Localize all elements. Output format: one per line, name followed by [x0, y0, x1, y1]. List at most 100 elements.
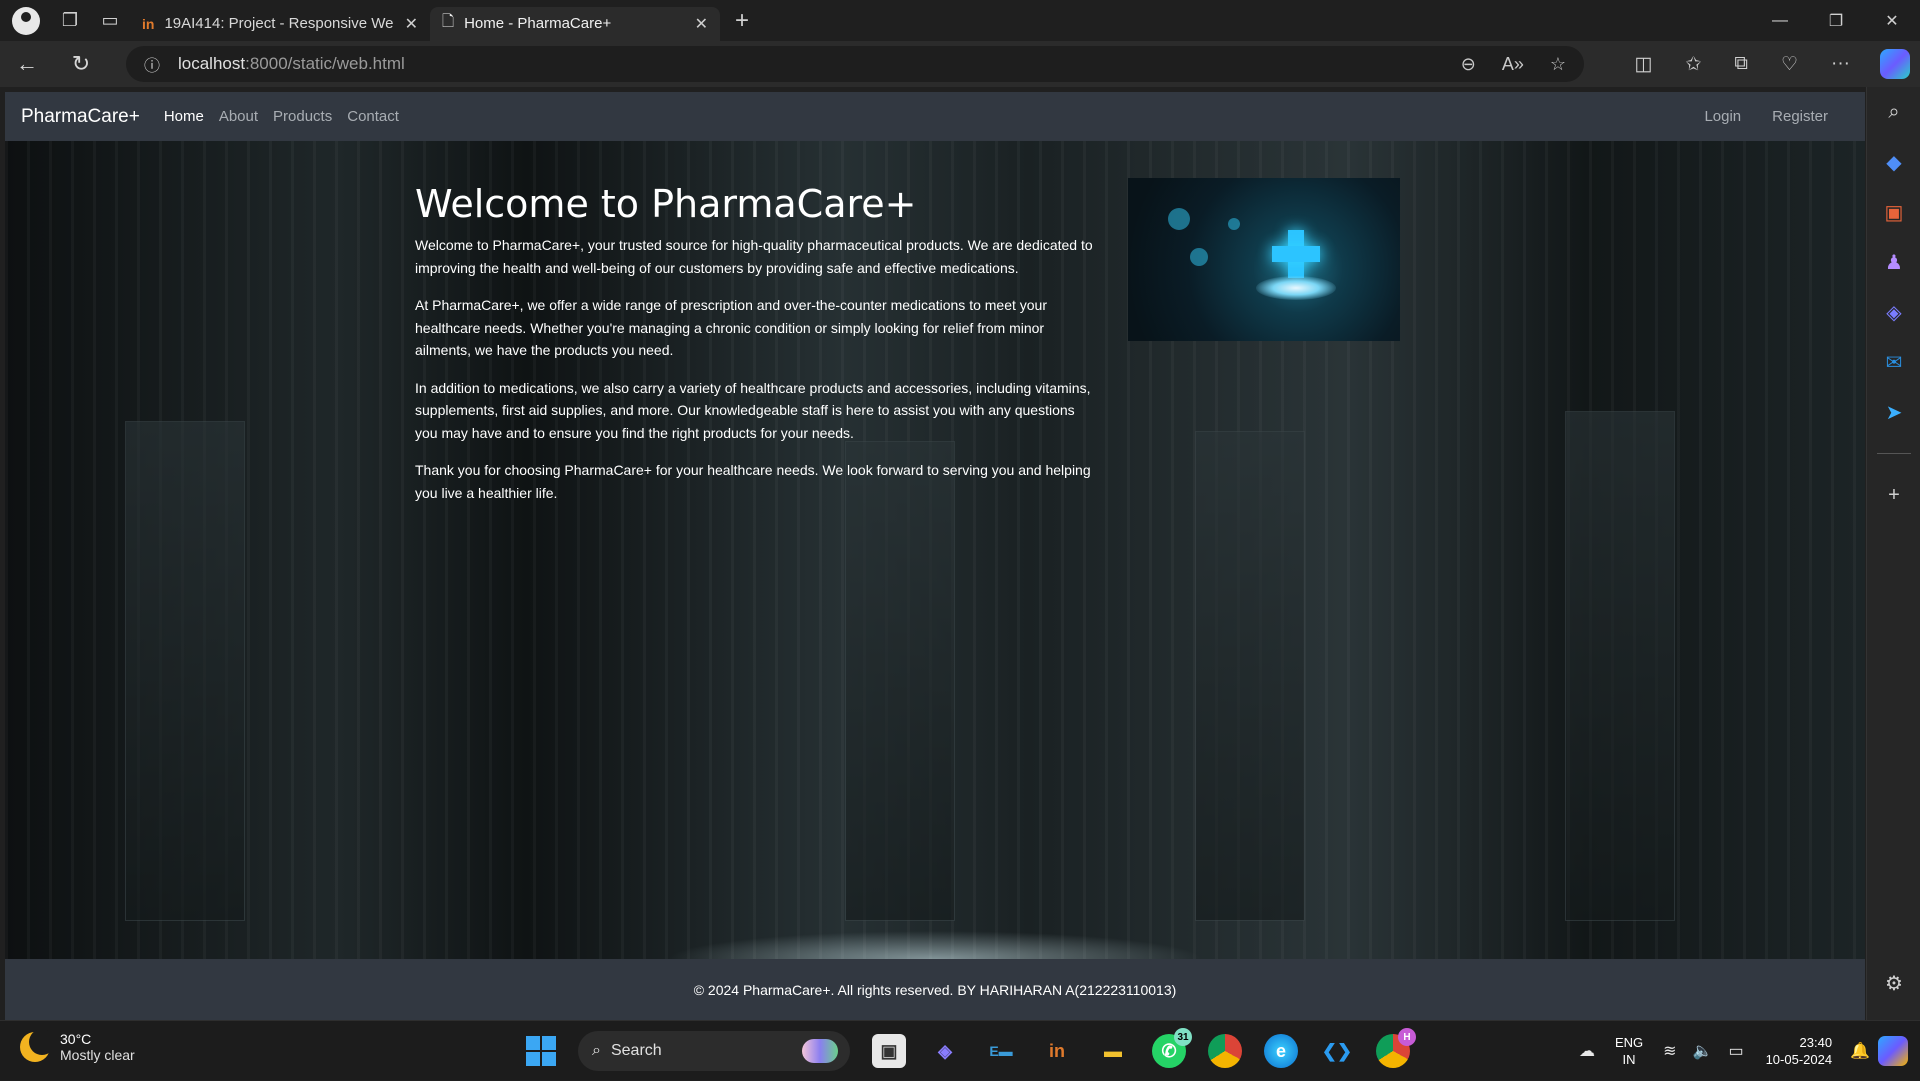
games-icon[interactable]: ♟ [1867, 237, 1920, 287]
search-icon: ⌕ [592, 1042, 601, 1059]
tab-pharmacare[interactable]: 🗋 Home - PharmaCare+ ✕ [430, 6, 720, 41]
chrome-icon[interactable] [1208, 1034, 1242, 1068]
lang-code: ENG [1614, 1035, 1644, 1050]
hero-section: Welcome to PharmaCare+ Welcome to Pharma… [5, 141, 1865, 959]
add-sidebar-icon[interactable]: + [1867, 470, 1920, 520]
read-aloud-icon[interactable]: A» [1502, 54, 1524, 75]
page-title: Welcome to PharmaCare+ [415, 182, 917, 226]
clock[interactable]: 23:40 10-05-2024 [1766, 1034, 1833, 1068]
address-toolbar: ← ↻ ⓘ localhost:8000/static/web.html ⊖ A… [0, 41, 1920, 87]
url-text[interactable]: localhost:8000/static/web.html [178, 54, 405, 74]
wifi-icon[interactable]: ≋ [1663, 1041, 1676, 1061]
windows-start-icon[interactable] [526, 1036, 556, 1066]
tools-icon[interactable]: ▣ [1867, 187, 1920, 237]
bokeh-dot [1228, 218, 1240, 230]
site-footer: © 2024 PharmaCare+. All rights reserved.… [5, 959, 1865, 1020]
search-icon[interactable]: ⌕ [1867, 87, 1920, 137]
tab-title: 19AI414: Project - Responsive We [164, 15, 394, 32]
moodle-in-icon: in [142, 15, 155, 32]
workspaces-icon[interactable]: ❐ [50, 0, 90, 41]
edge-browser-icon[interactable]: e [1264, 1034, 1298, 1068]
browser-essentials-icon[interactable]: ♡ [1781, 53, 1798, 76]
clock-time: 23:40 [1799, 1035, 1833, 1050]
close-tab-icon[interactable]: ✕ [695, 14, 708, 34]
language-indicator[interactable]: ENG IN [1615, 1034, 1643, 1068]
bokeh-dot [1190, 248, 1208, 266]
background-rack [1195, 431, 1305, 921]
battery-icon[interactable]: ▭ [1728, 1041, 1743, 1061]
system-tray: ☁ ENG IN ≋ 🔈 ▭ 23:40 10-05-2024 🔔 [1571, 1021, 1920, 1081]
profile-avatar-icon[interactable] [12, 6, 40, 35]
page-icon: 🗋 [442, 13, 455, 30]
outlook-icon[interactable]: ✉ [1867, 337, 1920, 387]
copyright-text: © 2024 PharmaCare+. All rights reserved.… [693, 981, 1177, 998]
notification-bell-icon[interactable]: 🔔 [1850, 1041, 1870, 1061]
moodle-app-icon[interactable]: in [1040, 1034, 1074, 1068]
weather-widget[interactable]: 30°C Mostly clear [20, 1029, 135, 1063]
favorite-star-icon[interactable]: ☆ [1550, 54, 1566, 75]
favorites-icon[interactable]: ✩ [1685, 53, 1701, 76]
address-bar[interactable]: ⓘ localhost:8000/static/web.html ⊖ A» ☆ [126, 46, 1584, 82]
medical-cross-image [1128, 178, 1400, 341]
settings-gear-icon[interactable]: ⚙ [1867, 958, 1920, 1008]
tab-title: Home - PharmaCare+ [464, 15, 612, 32]
thanks-paragraph: Thank you for choosing PharmaCare+ for y… [415, 462, 1091, 501]
back-button[interactable]: ← [0, 41, 54, 87]
copilot-icon[interactable] [1880, 49, 1910, 79]
taskbar-search[interactable]: ⌕ Search [578, 1031, 850, 1071]
site-info-icon[interactable]: ⓘ [132, 52, 172, 76]
search-highlight-icon [802, 1039, 838, 1063]
whatsapp-icon[interactable]: ✆ 31 [1152, 1028, 1192, 1068]
onedrive-cloud-icon[interactable]: ☁ [1579, 1041, 1595, 1061]
region-code: IN [1622, 1052, 1636, 1067]
volume-icon[interactable]: 🔈 [1693, 1041, 1713, 1061]
telegram-icon[interactable]: ➤ [1867, 387, 1920, 437]
close-window-icon[interactable]: ✕ [1864, 0, 1920, 41]
collections-icon[interactable]: ⧉ [1734, 53, 1748, 75]
new-tab-button[interactable]: + [720, 7, 764, 35]
temperature: 30°C [60, 1031, 92, 1047]
welcome-panel: Welcome to PharmaCare+ Welcome to Pharma… [415, 182, 1095, 519]
split-screen-icon[interactable]: ◫ [1635, 53, 1653, 76]
whatsapp-badge: 31 [1174, 1028, 1192, 1046]
copilot-sidebar-icon[interactable]: ◈ [1867, 287, 1920, 337]
copilot-app-icon[interactable]: ◈ [928, 1034, 962, 1068]
edge-sidebar: ⌕ ◆ ▣ ♟ ◈ ✉ ➤ + ⚙ [1866, 87, 1920, 1020]
tab-actions-icon[interactable]: ▭ [90, 0, 130, 41]
nav-about[interactable]: About [219, 108, 258, 125]
background-rack [125, 421, 245, 921]
tab-project[interactable]: in 19AI414: Project - Responsive We ✕ [130, 7, 430, 41]
vscode-icon[interactable]: ❮❯ [1320, 1034, 1354, 1068]
chrome-profile-badge: H [1398, 1028, 1416, 1046]
glowing-hand-icon [1256, 276, 1336, 300]
shopping-tag-icon[interactable]: ◆ [1867, 137, 1920, 187]
register-link[interactable]: Register [1772, 108, 1828, 125]
more-menu-icon[interactable]: ··· [1831, 53, 1850, 75]
nav-home[interactable]: Home [164, 108, 204, 125]
restore-icon[interactable]: ❐ [1808, 0, 1864, 41]
chrome-profile-icon[interactable]: H [1376, 1028, 1416, 1068]
refresh-button[interactable]: ↻ [54, 41, 108, 87]
copilot-pro-icon[interactable] [1878, 1036, 1908, 1066]
sidebar-divider [1876, 453, 1911, 454]
nav-contact[interactable]: Contact [347, 108, 399, 125]
edge-dev-icon[interactable]: E▬ [984, 1034, 1018, 1068]
search-label: Search [610, 1042, 662, 1059]
page-viewport: PharmaCare+ Home About Products Contact … [5, 92, 1865, 1020]
site-navbar: PharmaCare+ Home About Products Contact … [5, 92, 1865, 141]
windows-taskbar: 30°C Mostly clear ⌕ Search ▣ ◈ E▬ in ▬ ✆… [0, 1020, 1920, 1080]
bokeh-dot [1168, 208, 1190, 230]
zoom-icon[interactable]: ⊖ [1461, 54, 1476, 75]
close-tab-icon[interactable]: ✕ [405, 14, 418, 34]
taskbar-apps: ⌕ Search ▣ ◈ E▬ in ▬ ✆ 31 e ❮❯ H [526, 1028, 1416, 1073]
clock-date: 10-05-2024 [1765, 1052, 1833, 1067]
medical-cross-icon [1272, 246, 1320, 262]
minimize-icon[interactable]: — [1752, 0, 1808, 41]
nav-products[interactable]: Products [273, 108, 332, 125]
task-view-icon[interactable]: ▣ [872, 1034, 906, 1068]
intro-paragraph: Welcome to PharmaCare+, your trusted sou… [415, 237, 1093, 276]
login-link[interactable]: Login [1704, 108, 1741, 125]
site-brand[interactable]: PharmaCare+ [21, 106, 140, 128]
window-controls: — ❐ ✕ [1752, 0, 1920, 41]
file-explorer-icon[interactable]: ▬ [1096, 1034, 1130, 1068]
